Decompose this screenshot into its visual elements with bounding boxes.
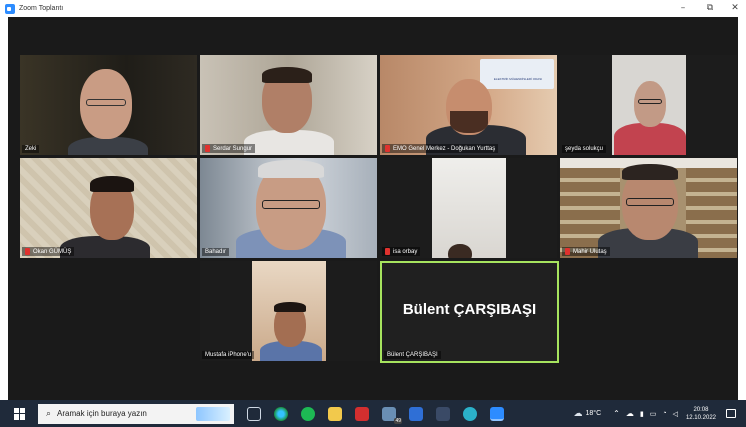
video-gallery: Zeki Serdar Sungur ELEKTRİK MÜHENDİSLERİ… (8, 17, 738, 400)
mail-badge: 49 (394, 417, 402, 424)
edge-browser-icon[interactable] (274, 406, 288, 421)
taskbar-clock[interactable]: 20:08 12.10.2022 (686, 406, 716, 422)
close-button[interactable]: ✕ (728, 2, 742, 14)
weather-cloud-icon[interactable]: ☁ (574, 408, 583, 419)
zoom-app-icon (5, 3, 15, 14)
word-icon[interactable] (409, 406, 423, 421)
clock-time: 20:08 (693, 406, 709, 413)
taskbar-search-box[interactable]: ⌕ Aramak için buraya yazın (38, 403, 234, 424)
video-tile-bulent-active[interactable]: Bülent ÇARŞIBAŞI Bülent ÇARŞIBAŞI (380, 261, 559, 363)
video-tile-bahadir[interactable]: Bahadır (200, 158, 377, 258)
video-tile-serdar[interactable]: Serdar Sungur (200, 55, 377, 155)
battery-icon[interactable]: ▭ (650, 410, 657, 418)
speaker-icon[interactable]: ◁ (673, 410, 678, 418)
clock-date: 12.10.2022 (685, 414, 716, 421)
video-tile-zeki[interactable]: Zeki (20, 55, 197, 155)
microphone-icon[interactable]: ▮ (640, 410, 644, 418)
search-placeholder: Aramak için buraya yazın (57, 409, 147, 418)
weather-temperature[interactable]: 18°C (586, 410, 602, 417)
windows-taskbar: ⌕ Aramak için buraya yazın 49 ☁ 18°C ⌃ ☁… (0, 400, 746, 427)
minimize-button[interactable]: – (676, 2, 690, 14)
spotify-icon[interactable] (301, 406, 315, 421)
notification-center-icon[interactable] (726, 409, 736, 418)
windows-start-icon[interactable] (14, 407, 26, 420)
muted-mic-icon (205, 145, 210, 152)
file-explorer-icon[interactable] (328, 406, 342, 421)
video-tile-emo[interactable]: ELEKTRİK MÜHENDİSLERİ ODASI EMO Genel Me… (380, 55, 557, 155)
search-highlight-image (196, 406, 230, 421)
participant-name-mahir: Mahir Ulutaş (562, 247, 610, 256)
maximize-button[interactable]: ⧉ (703, 2, 717, 14)
monitor-app-icon[interactable] (436, 406, 450, 421)
system-tray: ☁ 18°C ⌃ ☁ ▮ ▭ ◔ ◁ 20:08 12.10.2022 (574, 400, 746, 427)
video-tile-okan[interactable]: Okan GÜMÜŞ (20, 158, 197, 258)
participant-name-zeki: Zeki (22, 145, 40, 153)
participant-name-mustafa: Mustafa iPhone'u (202, 351, 255, 359)
muted-mic-icon (25, 248, 30, 255)
zoom-taskbar-icon[interactable] (490, 406, 504, 421)
participant-name-bahadir: Bahadır (202, 248, 230, 256)
muted-mic-icon (385, 248, 390, 255)
participant-name-seyda: şeyda solukçu (562, 145, 607, 153)
participant-name-serdar: Serdar Sungur (202, 144, 256, 153)
wifi-icon[interactable]: ◔ (662, 410, 666, 417)
mail-icon[interactable]: 49 (382, 406, 402, 424)
zoom-window: Zoom Toplantı – ⧉ ✕ Zeki Serdar Sungur E… (0, 0, 746, 427)
video-tile-seyda[interactable]: şeyda solukçu (560, 55, 737, 155)
participant-name-okan: Okan GÜMÜŞ (22, 247, 75, 256)
task-view-icon[interactable] (247, 406, 261, 421)
video-tile-mahir[interactable]: Mahir Ulutaş (560, 158, 737, 258)
participant-name-emo: EMO Genel Merkez - Doğukan Yurttaş (382, 144, 499, 153)
office-icon[interactable] (355, 406, 369, 421)
active-speaker-display-name: Bülent ÇARŞIBAŞI (402, 301, 537, 318)
chevron-up-icon[interactable]: ⌃ (613, 409, 620, 418)
search-icon: ⌕ (46, 408, 52, 418)
background-sign: ELEKTRİK MÜHENDİSLERİ ODASI (493, 77, 543, 81)
window-title: Zoom Toplantı (19, 5, 64, 12)
participant-name-bulent: Bülent ÇARŞIBAŞI (384, 351, 441, 359)
muted-mic-icon (385, 145, 390, 152)
video-tile-mustafa[interactable]: Mustafa iPhone'u (200, 261, 377, 361)
video-tile-isa[interactable]: isa orbay (380, 158, 557, 258)
title-bar: Zoom Toplantı – ⧉ ✕ (0, 0, 746, 17)
participant-name-isa: isa orbay (382, 247, 421, 256)
muted-mic-icon (565, 248, 570, 255)
onedrive-cloud-icon[interactable]: ☁ (626, 409, 634, 418)
chat-app-icon[interactable] (463, 406, 477, 421)
